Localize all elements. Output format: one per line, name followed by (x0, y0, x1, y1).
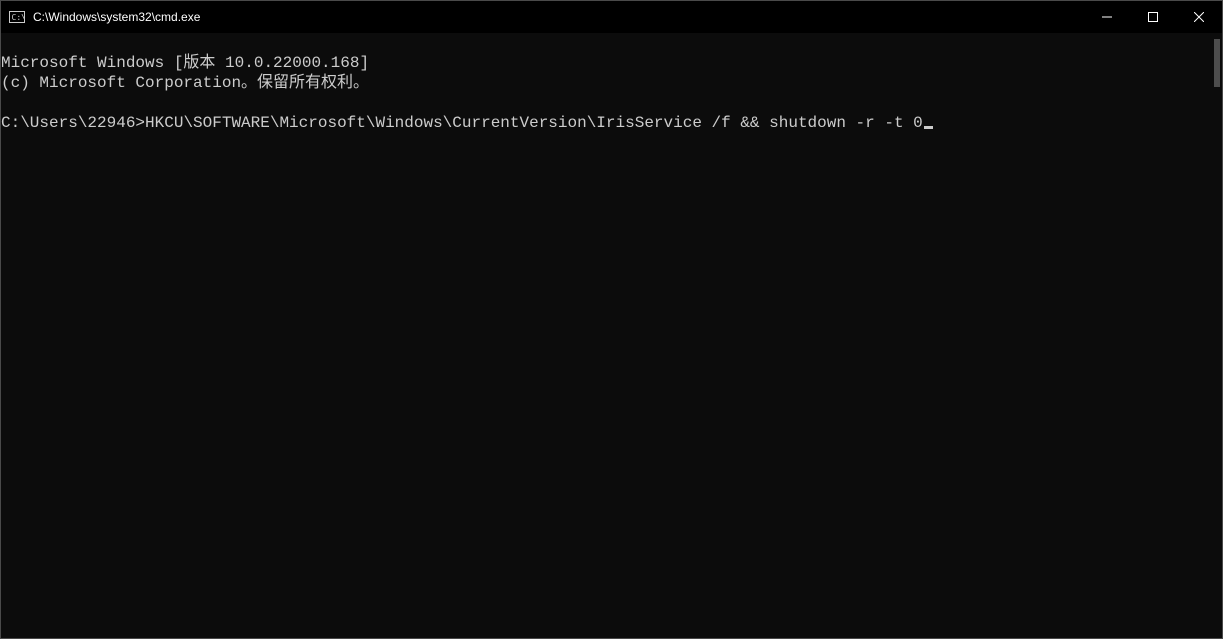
scrollbar-thumb[interactable] (1214, 39, 1220, 87)
minimize-button[interactable] (1084, 1, 1130, 33)
window-controls (1084, 1, 1222, 33)
titlebar-left: C:\ C:\Windows\system32\cmd.exe (1, 9, 200, 25)
terminal-prompt: C:\Users\22946> (1, 114, 145, 132)
minimize-icon (1102, 12, 1112, 22)
terminal-prompt-line: C:\Users\22946>HKCU\SOFTWARE\Microsoft\W… (1, 114, 933, 132)
terminal-line: Microsoft Windows [版本 10.0.22000.168] (1, 54, 369, 72)
titlebar[interactable]: C:\ C:\Windows\system32\cmd.exe (1, 1, 1222, 33)
terminal-command: HKCU\SOFTWARE\Microsoft\Windows\CurrentV… (145, 114, 923, 132)
terminal-line: (c) Microsoft Corporation。保留所有权利。 (1, 74, 369, 92)
close-icon (1194, 12, 1204, 22)
terminal-cursor (924, 126, 933, 129)
close-button[interactable] (1176, 1, 1222, 33)
svg-text:C:\: C:\ (12, 13, 26, 22)
maximize-button[interactable] (1130, 1, 1176, 33)
terminal[interactable]: Microsoft Windows [版本 10.0.22000.168] (c… (1, 33, 1222, 638)
cmd-icon: C:\ (9, 9, 25, 25)
window-title: C:\Windows\system32\cmd.exe (33, 10, 200, 24)
window: C:\ C:\Windows\system32\cmd.exe (0, 0, 1223, 639)
maximize-icon (1148, 12, 1158, 22)
scrollbar-track[interactable] (1214, 39, 1220, 632)
